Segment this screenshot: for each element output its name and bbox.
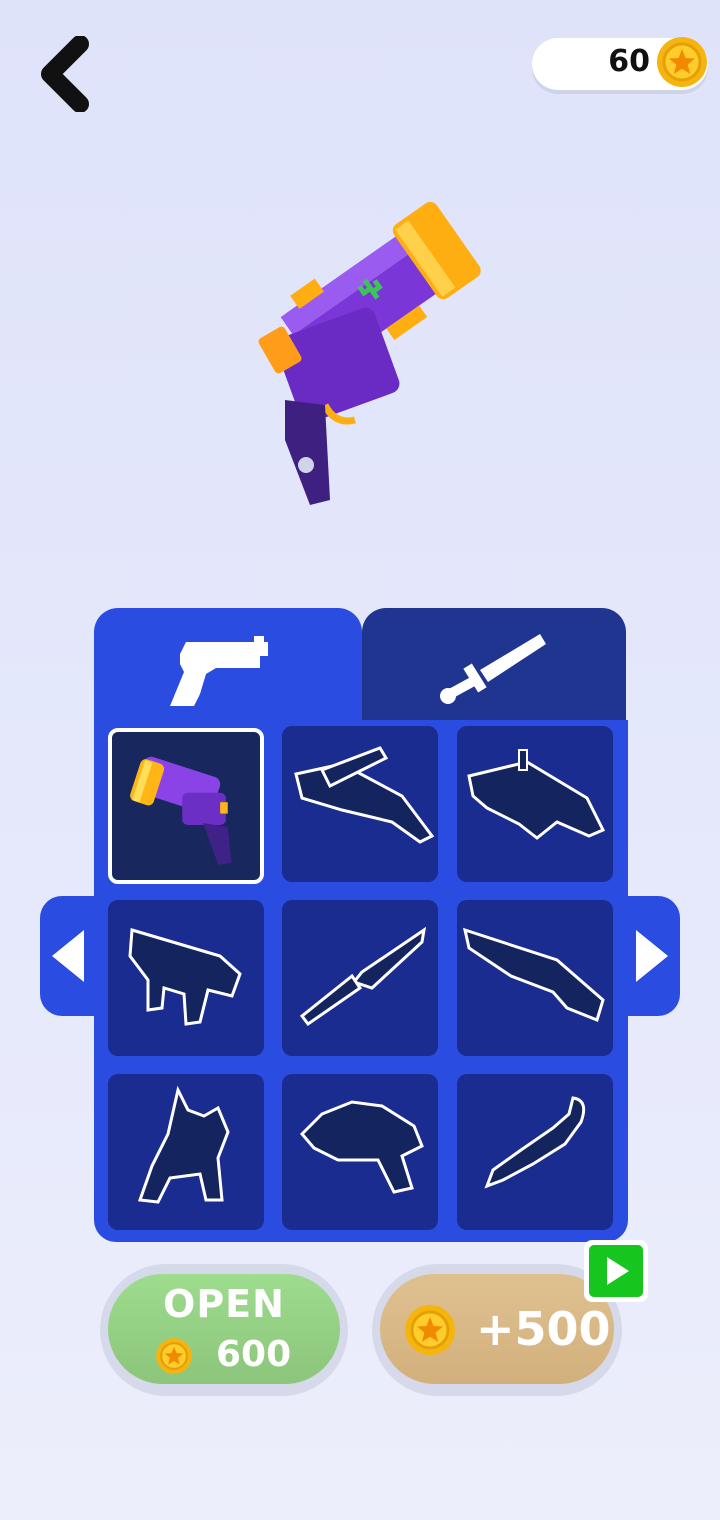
back-button[interactable] — [36, 35, 96, 113]
weapon-slot-4[interactable] — [108, 900, 264, 1056]
triangle-right-icon — [636, 930, 668, 982]
open-label: OPEN — [163, 1282, 285, 1326]
star-coin-icon — [657, 37, 707, 87]
weapon-slot-2[interactable] — [282, 726, 438, 882]
purple-revolver-icon — [130, 756, 232, 865]
weapon-slot-6[interactable] — [457, 900, 613, 1056]
star-coin-icon — [405, 1305, 455, 1355]
video-badge — [584, 1240, 648, 1302]
open-button[interactable]: OPEN 600 — [100, 1264, 348, 1396]
wolf-silhouette-icon — [137, 1085, 230, 1204]
triangle-left-icon — [52, 930, 84, 982]
bonus-amount: +500 — [476, 1302, 611, 1356]
tab-melee[interactable] — [362, 608, 626, 722]
sword-icon — [440, 634, 546, 704]
hedgehog-blaster-silhouette-icon — [299, 1100, 424, 1194]
open-price: 600 — [216, 1334, 292, 1375]
play-video-icon — [607, 1257, 629, 1285]
coin-balance: 60 — [608, 44, 650, 79]
coin-counter: 60 — [532, 37, 708, 90]
open-button-face: OPEN 600 — [108, 1274, 340, 1384]
chevron-left-icon — [41, 35, 89, 113]
squirrel-silhouette-icon — [484, 1096, 586, 1189]
weapon-slot-3[interactable] — [457, 726, 613, 882]
shotgun-silhouette-icon — [462, 927, 605, 1023]
rocket-launcher-silhouette-icon — [467, 749, 606, 840]
bonus-button-face: +500 — [380, 1274, 614, 1384]
video-badge-face — [589, 1245, 643, 1297]
pistol-icon — [170, 636, 268, 706]
weapon-slot-8[interactable] — [282, 1074, 438, 1230]
weapon-slot-5[interactable] — [282, 900, 438, 1056]
prev-page-button[interactable] — [40, 896, 98, 1016]
weapon-slot-1[interactable] — [108, 728, 264, 884]
smg-silhouette-icon — [128, 928, 242, 1026]
next-page-button[interactable] — [624, 896, 680, 1016]
weapon-slot-7[interactable] — [108, 1074, 264, 1230]
tab-guns[interactable] — [94, 608, 362, 724]
star-coin-icon — [156, 1338, 192, 1374]
combat-knife-silhouette-icon — [299, 926, 427, 1027]
weapon-slot-9[interactable] — [457, 1074, 613, 1230]
crossbow-silhouette-icon — [294, 746, 435, 844]
revolver-preview-icon — [258, 201, 481, 505]
weapon-grid-panel — [94, 720, 628, 1242]
